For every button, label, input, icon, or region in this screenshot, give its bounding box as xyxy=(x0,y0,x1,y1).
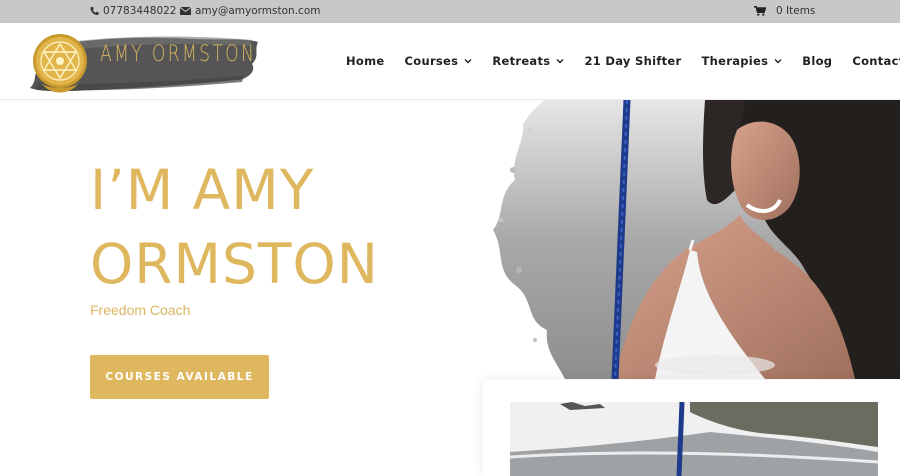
hero-title-line-1: I’M AMY xyxy=(90,158,315,222)
chevron-down-icon xyxy=(464,59,472,64)
phone-number: 07783448022 xyxy=(103,5,177,17)
cart-link[interactable]: 0 Items xyxy=(754,5,815,17)
email-address: amy@amyormston.com xyxy=(195,5,321,17)
hero-subtitle: Freedom Coach xyxy=(90,302,191,318)
nav-21-day-shifter[interactable]: 21 Day Shifter xyxy=(584,54,681,68)
nav-blog[interactable]: Blog xyxy=(802,54,832,68)
nav-home[interactable]: Home xyxy=(346,54,385,68)
nav-label: Therapies xyxy=(701,54,769,68)
chevron-down-icon xyxy=(774,59,782,64)
site-logo[interactable]: AMY ORMSTON xyxy=(24,30,260,95)
nav-retreats[interactable]: Retreats xyxy=(492,54,564,68)
nav-courses[interactable]: Courses xyxy=(405,54,473,68)
hero-title-line-2: ORMSTON xyxy=(90,232,379,296)
main-nav: Home Courses Retreats 21 Day Shifter The… xyxy=(346,54,900,68)
top-bar: 07783448022 amy@amyormston.com 0 Items xyxy=(0,0,900,23)
chevron-down-icon xyxy=(556,59,564,64)
hero-title: I’M AMY ORMSTON xyxy=(90,153,450,301)
logo-wordmark: AMY ORMSTON xyxy=(100,42,257,67)
phone-icon xyxy=(90,6,99,16)
nav-label: Retreats xyxy=(492,54,551,68)
nav-label: Courses xyxy=(404,54,459,68)
secondary-photo xyxy=(510,402,878,476)
courses-available-button[interactable]: COURSES AVAILABLE xyxy=(90,355,269,399)
envelope-icon xyxy=(180,7,191,15)
hero-photo xyxy=(475,100,900,379)
nav-therapies[interactable]: Therapies xyxy=(702,54,783,68)
nav-label: 21 Day Shifter xyxy=(584,54,682,68)
nav-label: Home xyxy=(346,54,385,68)
cart-icon xyxy=(754,6,766,16)
cart-count: 0 Items xyxy=(776,5,816,17)
phone-link[interactable]: 07783448022 xyxy=(90,5,177,17)
nav-contact-me[interactable]: Contact Me xyxy=(852,54,900,68)
nav-label: Blog xyxy=(802,54,833,68)
site-header: AMY ORMSTON Home Courses Retreats 21 Day… xyxy=(0,23,900,100)
nav-label: Contact Me xyxy=(852,54,900,68)
email-link[interactable]: amy@amyormston.com xyxy=(180,5,320,17)
